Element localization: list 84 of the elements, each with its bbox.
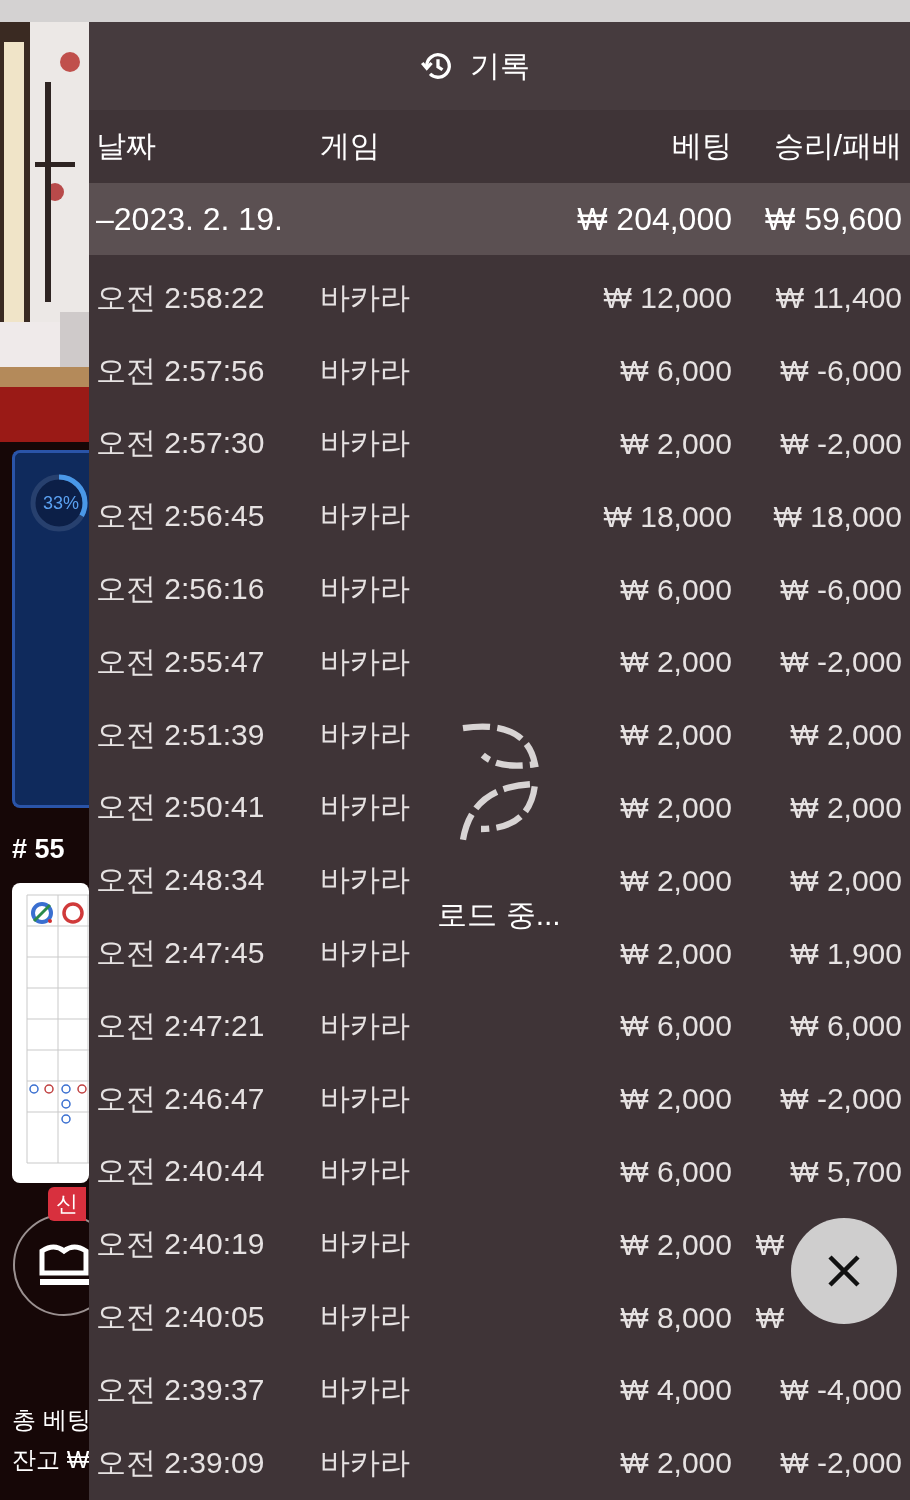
time-cell-text: 오전 2:47:21 xyxy=(96,1007,266,1044)
time-cell-text: 오전 2:46:47 xyxy=(96,1080,266,1117)
round-number: # 55 xyxy=(12,834,66,865)
game-cell-text: 바카라 xyxy=(320,279,411,316)
bet-cell-text: ₩ 2,000 xyxy=(619,645,732,680)
game-cell-text: 바카라 xyxy=(320,571,411,608)
column-header: 베팅 xyxy=(671,128,732,164)
result-cell-text: ₩ 2,000 xyxy=(789,863,902,898)
game-cell-text: 바카라 xyxy=(320,498,411,535)
time-cell-text: 오전 2:55:47 xyxy=(96,643,266,680)
bet-cell-text: ₩ 2,000 xyxy=(619,863,732,898)
game-cell-text: 바카라 xyxy=(320,789,411,826)
time-cell-text: 오전 2:50:41 xyxy=(96,789,266,826)
time-cell-text: 오전 2:40:44 xyxy=(96,1153,266,1190)
bet-cell-text: ₩ 6,000 xyxy=(619,1009,732,1044)
time-cell-text: 오전 2:40:05 xyxy=(96,1299,266,1336)
column-header: 게임 xyxy=(320,128,381,164)
result-cell-text: ₩ 5,700 xyxy=(789,1154,902,1189)
column-header: 날짜 xyxy=(96,128,157,164)
game-cell-text: 바카라 xyxy=(320,1226,411,1263)
bet-cell-text: ₩ 18,000 xyxy=(602,499,732,534)
bet-cell-text: ₩ 2,000 xyxy=(619,1446,732,1481)
result-cell-text: ₩ -6,000 xyxy=(779,354,902,389)
time-cell-text: 오전 2:47:45 xyxy=(96,935,266,972)
game-cell-text: 바카라 xyxy=(320,935,411,972)
game-cell-text: 바카라 xyxy=(320,352,411,389)
total-result: ₩ 59,600 xyxy=(764,200,902,238)
game-cell-text: 바카라 xyxy=(320,1371,411,1408)
bet-cell-text: ₩ 12,000 xyxy=(602,281,732,316)
result-cell-text: ₩ 11,400 xyxy=(774,281,902,316)
time-cell-text: 오전 2:48:34 xyxy=(96,862,266,899)
bet-cell-text: ₩ 4,000 xyxy=(619,1373,732,1408)
bet-cell-text: ₩ 8,000 xyxy=(619,1300,732,1335)
game-cell-text: 바카라 xyxy=(320,1153,411,1190)
total-bet: ₩ 204,000 xyxy=(576,200,732,238)
bet-cell-text: ₩ 2,000 xyxy=(619,1227,732,1262)
result-cell-text: ₩ 1,900 xyxy=(789,936,902,971)
result-cell-text: ₩ 18,000 xyxy=(772,499,902,534)
game-cell-text: 바카라 xyxy=(320,643,411,680)
bet-cell-text: ₩ 6,000 xyxy=(619,354,732,389)
column-header: 승리/패배 xyxy=(772,128,902,164)
panel-title: 기록 xyxy=(469,47,530,84)
result-cell-text: ₩ 2,000 xyxy=(789,718,902,753)
time-cell-text: 오전 2:56:45 xyxy=(96,498,266,535)
date-group-row[interactable]: –2023. 2. 19. ₩ 204,000 ₩ 59,600 xyxy=(89,183,910,255)
time-cell-text: 오전 2:57:56 xyxy=(96,352,266,389)
result-cell-text: ₩ -6,000 xyxy=(779,572,902,607)
time-cell-text: 오전 2:39:37 xyxy=(96,1371,266,1408)
game-cell-text: 바카라 xyxy=(320,1080,411,1117)
time-cell-text: 오전 2:51:39 xyxy=(96,716,266,753)
bet-cell-text: ₩ 2,000 xyxy=(619,718,732,753)
progress-label: 33% xyxy=(43,493,80,514)
result-cell-text: ₩ -2,000 xyxy=(779,1446,902,1481)
loading-label: 로드 중... xyxy=(437,897,561,933)
game-cell-text: 바카라 xyxy=(320,716,411,753)
new-badge: 신 xyxy=(48,1187,86,1221)
result-cell-text: ₩ -4,000 xyxy=(779,1373,902,1408)
result-cell-text: ₩ 2,000 xyxy=(789,790,902,825)
time-cell-text: 오전 2:57:30 xyxy=(96,425,266,462)
game-cell-text: 바카라 xyxy=(320,1299,411,1336)
result-cell-text: ₩ -2,000 xyxy=(779,427,902,461)
date-label: –2023. 2. 19. xyxy=(96,200,284,238)
bet-cell-text: ₩ 2,000 xyxy=(619,427,732,461)
result-cell-text: ₩ 6,000 xyxy=(789,1009,902,1044)
game-cell-text: 바카라 xyxy=(320,862,411,899)
balance-label: 잔고 ₩ xyxy=(12,1445,89,1475)
result-cell-text: ₩ xyxy=(754,1227,785,1262)
time-cell-text: 오전 2:39:09 xyxy=(96,1444,266,1481)
result-cell-text: ₩ xyxy=(754,1300,785,1335)
bet-cell-text: ₩ 6,000 xyxy=(619,1154,732,1189)
bet-cell-text: ₩ 6,000 xyxy=(619,572,732,607)
result-cell-text: ₩ -2,000 xyxy=(779,645,902,680)
bet-cell-text: ₩ 2,000 xyxy=(619,1082,732,1117)
time-cell-text: 오전 2:56:16 xyxy=(96,571,266,608)
total-bet-label: 총 베팅 xyxy=(12,1405,89,1435)
time-cell-text: 오전 2:58:22 xyxy=(96,279,266,316)
game-card[interactable]: 33% xyxy=(12,450,89,808)
bet-cell-text: ₩ 2,000 xyxy=(619,790,732,825)
bet-cell-text: ₩ 2,000 xyxy=(619,936,732,971)
result-cell-text: ₩ -2,000 xyxy=(779,1082,902,1117)
game-cell-text: 바카라 xyxy=(320,1007,411,1044)
time-cell-text: 오전 2:40:19 xyxy=(96,1226,266,1263)
game-cell-text: 바카라 xyxy=(320,1444,411,1481)
game-cell-text: 바카라 xyxy=(320,425,411,462)
